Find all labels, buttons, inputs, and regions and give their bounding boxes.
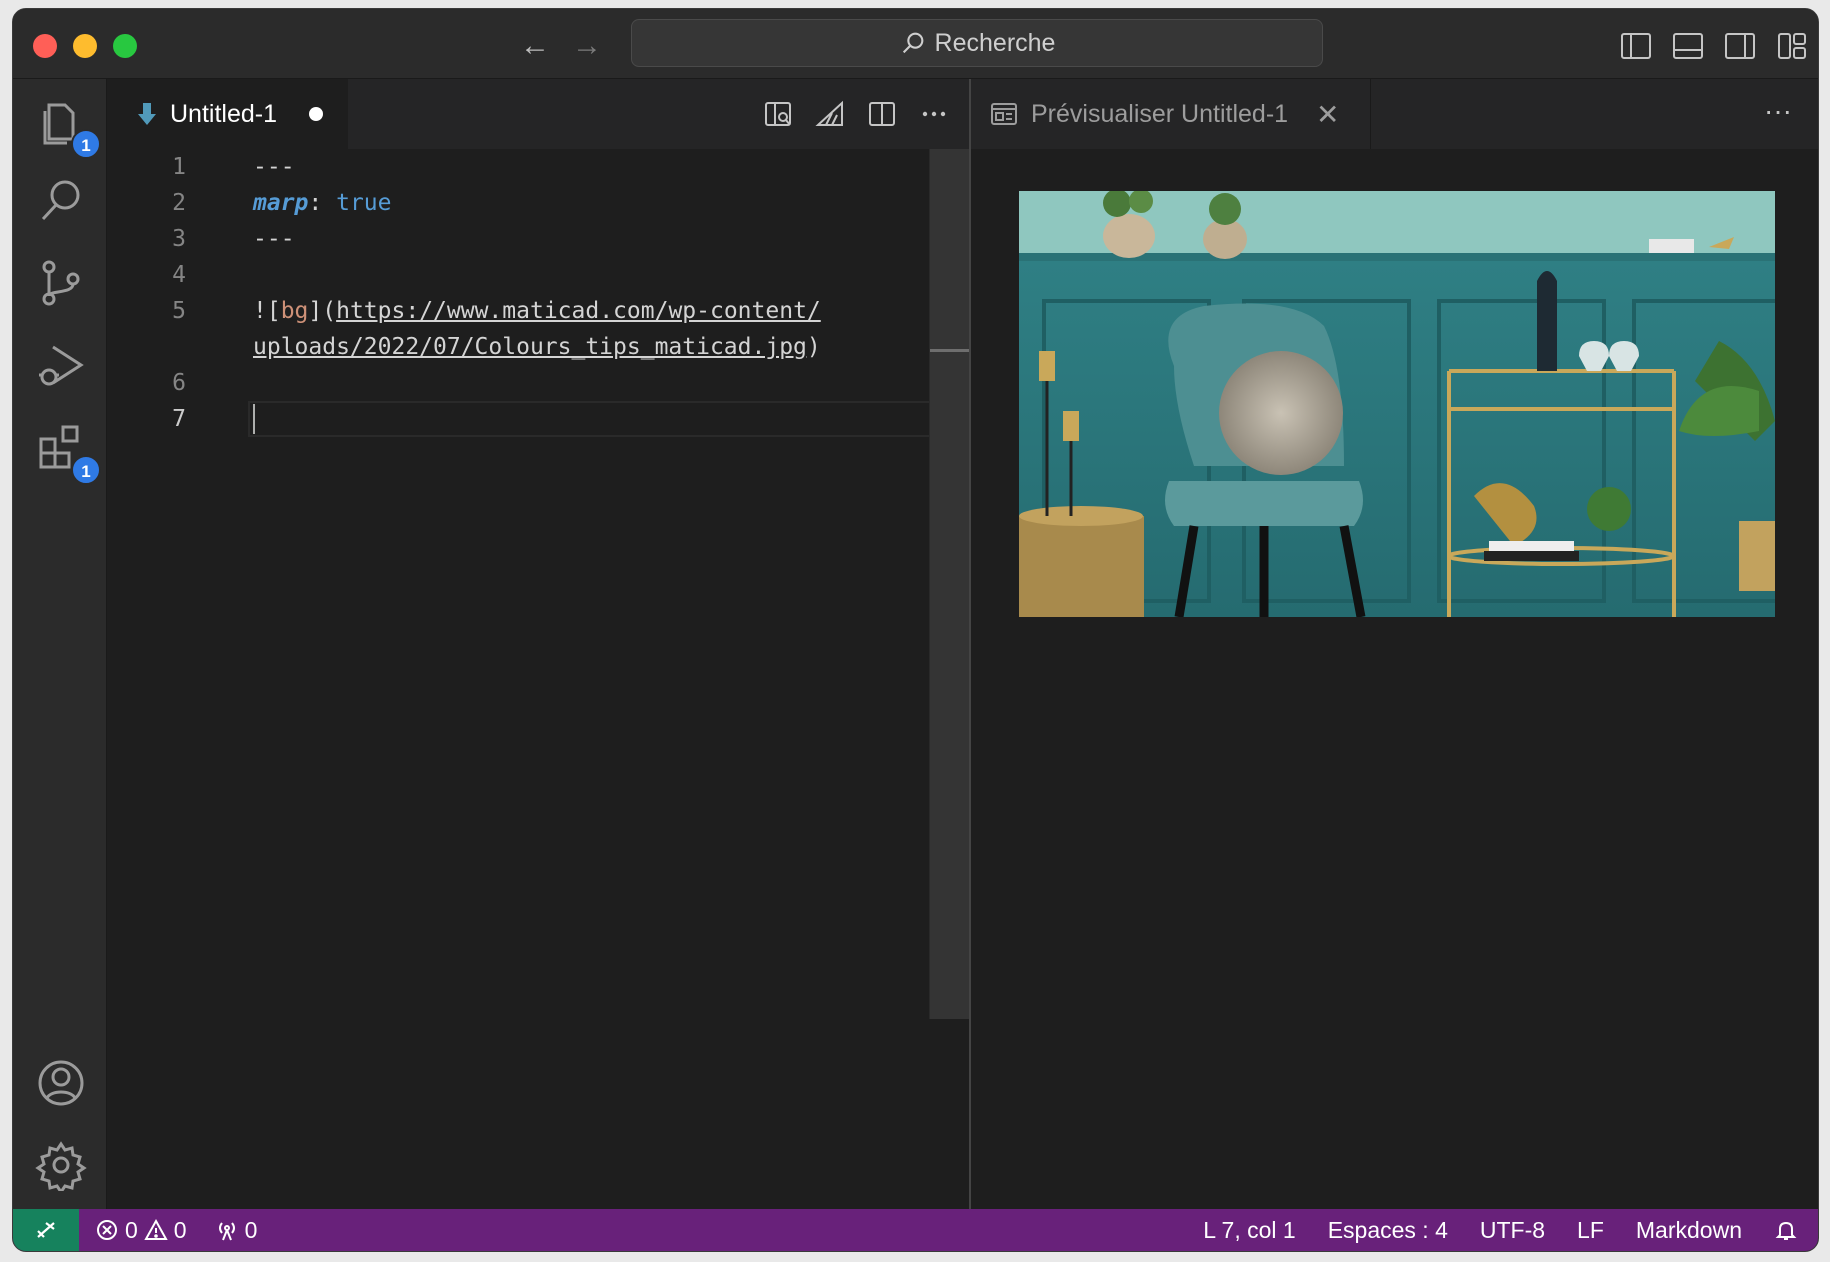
yaml-key: marp <box>253 190 309 216</box>
minimize-window-button[interactable] <box>73 34 97 58</box>
line-number: 2 <box>172 190 186 216</box>
ports-count: 0 <box>244 1216 258 1243</box>
current-line-highlight <box>248 401 969 437</box>
end-of-line[interactable]: LF <box>1577 1217 1604 1244</box>
editor-scrollbar[interactable] <box>929 149 969 1019</box>
preview-icon <box>991 103 1017 125</box>
line-number: 5 <box>172 298 186 324</box>
tab-preview[interactable]: Prévisualiser Untitled-1 ✕ <box>971 79 1371 149</box>
problems-indicator[interactable]: 0 0 <box>95 1217 187 1244</box>
warning-count: 0 <box>173 1216 187 1243</box>
image-syntax-close: ) <box>806 334 821 360</box>
code-line: 3 --- <box>108 221 929 257</box>
preview-tab-title: Prévisualiser Untitled-1 <box>1031 99 1289 128</box>
explorer-icon[interactable]: 1 <box>35 95 101 159</box>
title-bar: ← → Recherche <box>13 9 1818 79</box>
preview-tab-bar: Prévisualiser Untitled-1 ✕ ··· <box>971 79 1818 149</box>
toggle-secondary-sidebar-icon[interactable] <box>1724 31 1756 61</box>
image-url-part1[interactable]: https://www.maticad.com/wp-content/ <box>336 298 821 324</box>
tab-title: Untitled-1 <box>170 99 277 128</box>
line-number: 1 <box>172 154 186 180</box>
image-alt-text: bg <box>280 298 309 324</box>
marp-commands-icon[interactable] <box>815 99 845 129</box>
yaml-separator: : <box>308 190 337 216</box>
extensions-icon[interactable]: 1 <box>35 421 101 485</box>
explorer-badge: 1 <box>71 129 101 159</box>
extensions-badge: 1 <box>71 455 101 485</box>
indentation[interactable]: Espaces : 4 <box>1328 1217 1448 1244</box>
error-count: 0 <box>125 1216 138 1243</box>
editor-group-left: Untitled-1 1 --- 2 marp: true 3 --- 4 5 … <box>108 79 969 1209</box>
command-center-search[interactable]: Recherche <box>631 19 1323 67</box>
line-content: ![bg](https://www.maticad.com/wp-content… <box>253 293 821 329</box>
line-number: 7 <box>172 406 186 432</box>
remote-icon <box>37 1222 55 1238</box>
vscode-window: ← → Recherche 1 1 Untitled-1 1 --- 2 mar… <box>12 8 1819 1252</box>
code-line: 4 <box>108 257 929 293</box>
tab-untitled-1[interactable]: Untitled-1 <box>108 79 348 149</box>
open-preview-icon[interactable] <box>763 99 793 129</box>
line-number: 6 <box>172 370 186 396</box>
close-tab-icon[interactable]: ✕ <box>1316 98 1339 131</box>
code-line: 1 --- <box>108 149 929 185</box>
maximize-window-button[interactable] <box>113 34 137 58</box>
ports-indicator[interactable]: 0 <box>215 1216 258 1244</box>
accounts-icon[interactable] <box>35 1057 87 1109</box>
line-content: marp: true <box>253 185 391 221</box>
interior-photo <box>1019 191 1775 617</box>
error-icon <box>97 1220 117 1240</box>
line-number: 3 <box>172 226 186 252</box>
forward-arrow-icon[interactable]: → <box>570 29 604 63</box>
markdown-down-arrow-icon <box>138 103 156 125</box>
language-mode[interactable]: Markdown <box>1636 1217 1742 1244</box>
broadcast-icon <box>218 1222 235 1241</box>
code-line: 5 ![bg](https://www.maticad.com/wp-conte… <box>108 293 929 329</box>
split-editor-icon[interactable] <box>867 99 897 129</box>
image-url-part2[interactable]: uploads/2022/07/Colours_tips_maticad.jpg <box>253 334 807 360</box>
code-line: 2 marp: true <box>108 185 929 221</box>
warning-icon <box>144 1218 168 1240</box>
line-content: uploads/2022/07/Colours_tips_maticad.jpg… <box>253 329 821 365</box>
cursor-position[interactable]: L 7, col 1 <box>1203 1217 1295 1244</box>
status-bar: 0 0 0 L 7, col 1 Espaces : 4 UTF-8 LF Ma… <box>13 1209 1818 1251</box>
run-debug-icon[interactable] <box>35 339 87 391</box>
scrollbar-cursor-marker <box>930 349 969 352</box>
search-view-icon[interactable] <box>35 175 87 227</box>
line-content: --- <box>253 226 295 252</box>
unsaved-dot-icon[interactable] <box>309 107 323 121</box>
activity-bar: 1 1 <box>13 79 107 1209</box>
preview-more-actions-icon[interactable]: ··· <box>1764 95 1792 127</box>
search-label: Recherche <box>934 28 1056 57</box>
toggle-panel-icon[interactable] <box>1672 31 1704 61</box>
remote-indicator[interactable] <box>13 1209 79 1251</box>
image-syntax-mid: ]( <box>308 298 337 324</box>
text-cursor <box>253 404 255 434</box>
encoding[interactable]: UTF-8 <box>1480 1217 1545 1244</box>
code-line: 6 <box>108 365 929 401</box>
back-arrow-icon[interactable]: ← <box>518 29 552 63</box>
editor-group-preview: Prévisualiser Untitled-1 ✕ ··· <box>971 79 1818 1209</box>
editor-tab-bar: Untitled-1 <box>108 79 969 149</box>
close-window-button[interactable] <box>33 34 57 58</box>
search-icon <box>902 32 923 54</box>
slide-background-image <box>1019 191 1775 617</box>
yaml-value: true <box>336 190 392 216</box>
image-syntax-open: ![ <box>253 298 281 324</box>
line-content: --- <box>253 154 295 180</box>
toggle-primary-sidebar-icon[interactable] <box>1620 31 1652 61</box>
line-number: 4 <box>172 262 186 288</box>
code-line-wrapped: uploads/2022/07/Colours_tips_maticad.jpg… <box>108 329 929 365</box>
code-editor[interactable]: 1 --- 2 marp: true 3 --- 4 5 ![bg](https… <box>108 149 969 1209</box>
code-line-current: 7 <box>108 401 969 437</box>
customize-layout-icon[interactable] <box>1776 31 1808 61</box>
manage-gear-icon[interactable] <box>35 1139 87 1195</box>
more-actions-icon[interactable] <box>919 99 949 129</box>
source-control-icon[interactable] <box>35 257 87 309</box>
notifications-bell-icon[interactable] <box>1774 1218 1798 1242</box>
